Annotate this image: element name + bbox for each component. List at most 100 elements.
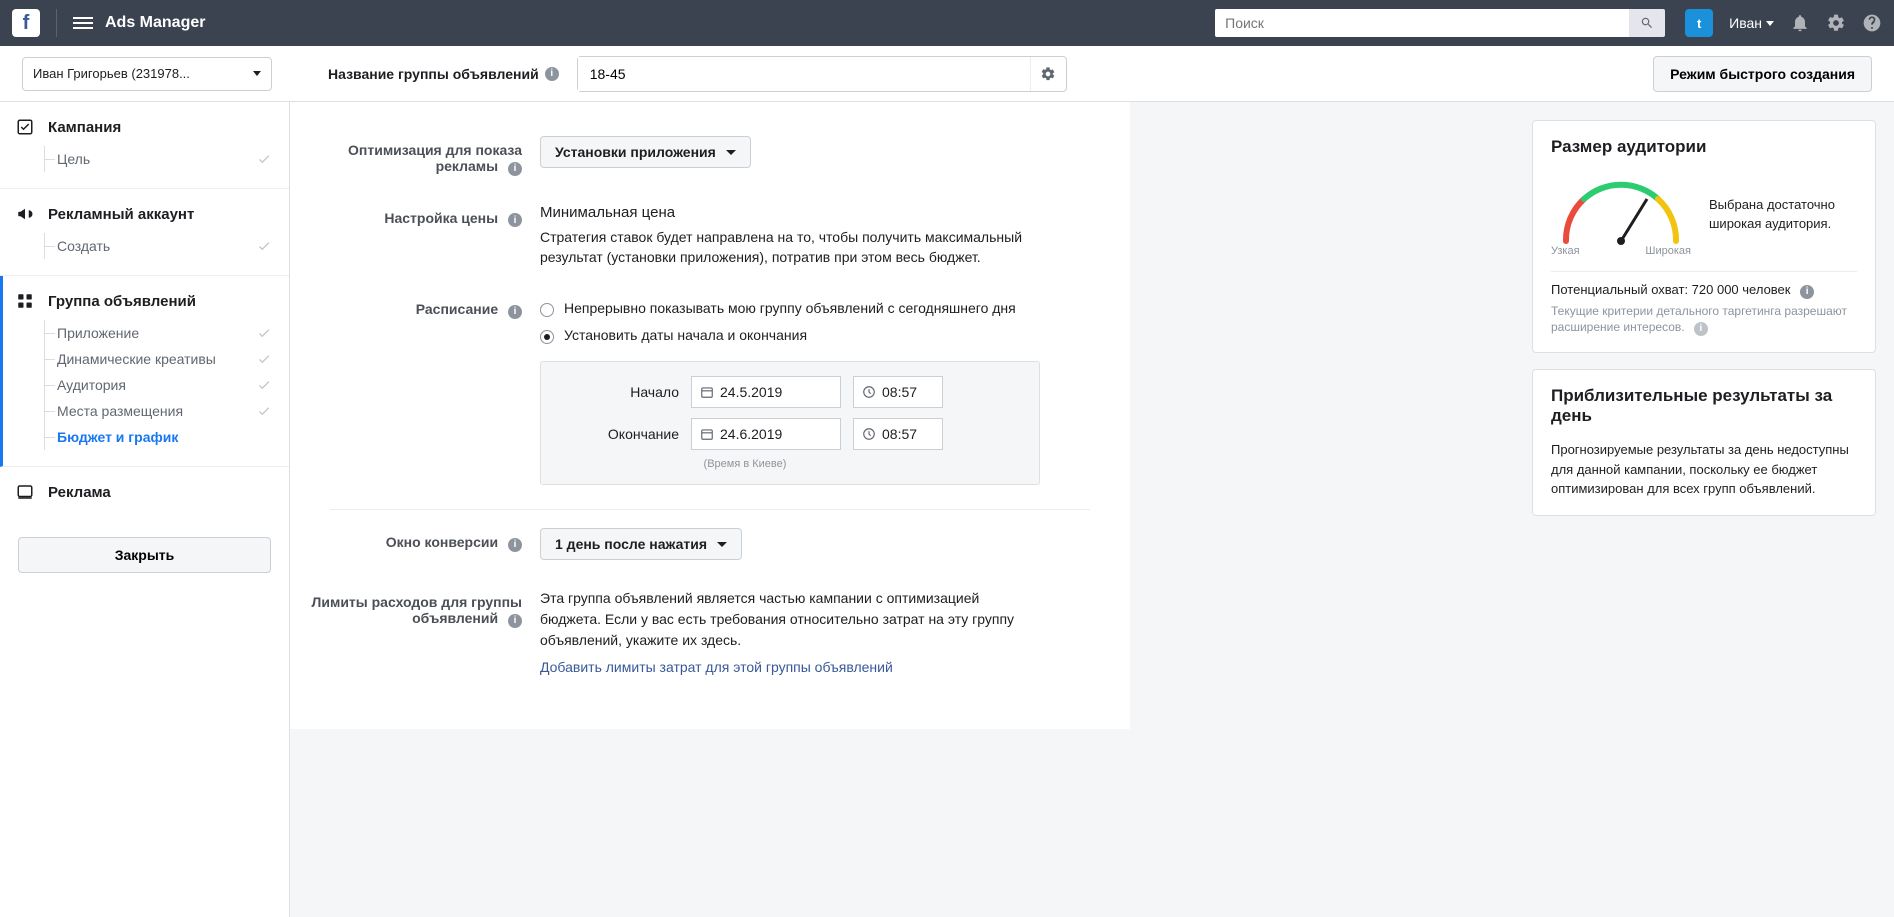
- check-icon: [257, 152, 271, 166]
- app-title: Ads Manager: [105, 14, 205, 32]
- optimization-dropdown[interactable]: Установки приложения: [540, 136, 751, 168]
- end-time-value: 08:57: [882, 426, 917, 442]
- user-name: Иван: [1729, 15, 1762, 31]
- audience-summary: Выбрана достаточно широкая аудитория.: [1709, 195, 1857, 234]
- sidebar-item-app[interactable]: Приложение: [44, 320, 271, 346]
- audience-size-title: Размер аудитории: [1551, 137, 1857, 157]
- estimated-results-title: Приблизительные результаты за день: [1551, 386, 1857, 426]
- info-icon[interactable]: i: [508, 614, 522, 628]
- schedule-label: Расписание: [416, 301, 498, 317]
- search-input[interactable]: [1215, 9, 1629, 37]
- add-spend-limits-link[interactable]: Добавить лимиты затрат для этой группы о…: [540, 659, 1040, 675]
- start-date-value: 24.5.2019: [720, 384, 782, 400]
- end-date-input[interactable]: 24.6.2019: [691, 418, 841, 450]
- megaphone-icon: [16, 205, 34, 223]
- gear-icon[interactable]: [1826, 13, 1846, 33]
- check-icon: [257, 239, 271, 253]
- close-button[interactable]: Закрыть: [18, 537, 271, 573]
- optimization-value: Установки приложения: [555, 144, 716, 160]
- audience-size-card: Размер аудитории: [1532, 120, 1876, 353]
- calendar-icon: [700, 427, 714, 441]
- estimated-results-card: Приблизительные результаты за день Прогн…: [1532, 369, 1876, 516]
- sidebar-item-label: Создать: [57, 238, 110, 254]
- level-adset[interactable]: Группа объявлений Приложение Динамически…: [0, 276, 289, 467]
- calendar-icon: [700, 385, 714, 399]
- price-description: Стратегия ставок будет направлена на то,…: [540, 227, 1040, 268]
- schedule-dates-label: Установить даты начала и окончания: [564, 327, 807, 343]
- aside: Размер аудитории: [1514, 102, 1894, 917]
- sidebar-item-goal[interactable]: Цель: [44, 146, 271, 172]
- radio-icon: [540, 303, 554, 317]
- sidebar-item-label: Цель: [57, 151, 90, 167]
- sidebar-item-dynamic[interactable]: Динамические креативы: [44, 346, 271, 372]
- schedule-continuous-label: Непрерывно показывать мою группу объявле…: [564, 300, 1016, 316]
- schedule-box: Начало 24.5.2019 08:57: [540, 361, 1040, 485]
- caret-down-icon: [1766, 21, 1774, 26]
- adset-name-input[interactable]: [578, 57, 1030, 91]
- campaign-icon: [16, 118, 34, 136]
- conversion-window-label: Окно конверсии: [386, 534, 498, 550]
- caret-down-icon: [253, 71, 261, 76]
- info-icon[interactable]: i: [1800, 285, 1814, 299]
- sidebar-item-label: Бюджет и график: [57, 429, 178, 445]
- start-time-value: 08:57: [882, 384, 917, 400]
- gear-icon: [1040, 66, 1056, 82]
- level-ad[interactable]: Реклама: [0, 467, 289, 517]
- conversion-window-dropdown[interactable]: 1 день после нажатия: [540, 528, 742, 560]
- start-time-input[interactable]: 08:57: [853, 376, 943, 408]
- caret-down-icon: [717, 542, 727, 547]
- search-icon: [1640, 16, 1654, 30]
- audience-gauge: [1551, 171, 1691, 251]
- sidebar-item-label: Приложение: [57, 325, 139, 341]
- end-date-value: 24.6.2019: [720, 426, 782, 442]
- hamburger-icon[interactable]: [73, 17, 93, 29]
- sidebar-item-label: Динамические креативы: [57, 351, 216, 367]
- clock-icon: [862, 427, 876, 441]
- telegram-icon[interactable]: t: [1685, 9, 1713, 37]
- quick-creation-button[interactable]: Режим быстрого создания: [1653, 56, 1872, 92]
- level-adaccount[interactable]: Рекламный аккаунт Создать: [0, 189, 289, 276]
- level-campaign-label: Кампания: [48, 119, 121, 136]
- sidebar-item-audience[interactable]: Аудитория: [44, 372, 271, 398]
- info-icon[interactable]: i: [1694, 322, 1708, 336]
- spend-limits-text: Эта группа объявлений является частью ка…: [540, 588, 1040, 651]
- optimization-label: Оптимизация для показа рекламы: [348, 142, 522, 174]
- account-name: Иван Григорьев (231978...: [33, 66, 190, 81]
- schedule-dates-option[interactable]: Установить даты начала и окончания: [540, 322, 1040, 349]
- sidebar-item-create[interactable]: Создать: [44, 233, 271, 259]
- level-campaign[interactable]: Кампания Цель: [0, 102, 289, 189]
- info-icon[interactable]: i: [508, 538, 522, 552]
- ad-icon: [16, 483, 34, 501]
- account-selector[interactable]: Иван Григорьев (231978...: [22, 57, 272, 91]
- user-menu[interactable]: Иван: [1729, 15, 1774, 31]
- estimated-results-text: Прогнозируемые результаты за день недост…: [1551, 440, 1857, 499]
- bell-icon[interactable]: [1790, 13, 1810, 33]
- sidebar-item-budget[interactable]: Бюджет и график: [44, 424, 271, 450]
- adset-name-label: Название группы объявлений: [328, 66, 539, 82]
- info-icon[interactable]: i: [508, 305, 522, 319]
- info-icon[interactable]: i: [508, 162, 522, 176]
- search-button[interactable]: [1629, 9, 1665, 37]
- potential-reach: Потенциальный охват: 720 000 человек: [1551, 282, 1790, 297]
- check-icon: [257, 352, 271, 366]
- timezone-note: (Время в Киеве): [469, 458, 1021, 470]
- caret-down-icon: [726, 150, 736, 155]
- spend-limits-label: Лимиты расходов для группы объявлений: [312, 594, 522, 626]
- help-icon[interactable]: [1862, 13, 1882, 33]
- info-icon[interactable]: i: [508, 213, 522, 227]
- end-time-input[interactable]: 08:57: [853, 418, 943, 450]
- info-icon[interactable]: i: [545, 67, 559, 81]
- adset-icon: [16, 292, 34, 310]
- start-date-input[interactable]: 24.5.2019: [691, 376, 841, 408]
- topbar-divider: [56, 9, 57, 37]
- divider: [330, 509, 1090, 510]
- price-title: Минимальная цена: [540, 204, 1040, 221]
- start-label: Начало: [559, 384, 679, 400]
- level-adaccount-label: Рекламный аккаунт: [48, 206, 194, 223]
- facebook-logo[interactable]: f: [12, 9, 40, 37]
- sidebar-item-placements[interactable]: Места размещения: [44, 398, 271, 424]
- sidebar-item-label: Аудитория: [57, 377, 126, 393]
- sidebar: Кампания Цель Рекламный аккаунт Создать: [0, 102, 290, 917]
- schedule-continuous-option[interactable]: Непрерывно показывать мою группу объявле…: [540, 295, 1040, 322]
- adset-name-settings[interactable]: [1030, 57, 1066, 91]
